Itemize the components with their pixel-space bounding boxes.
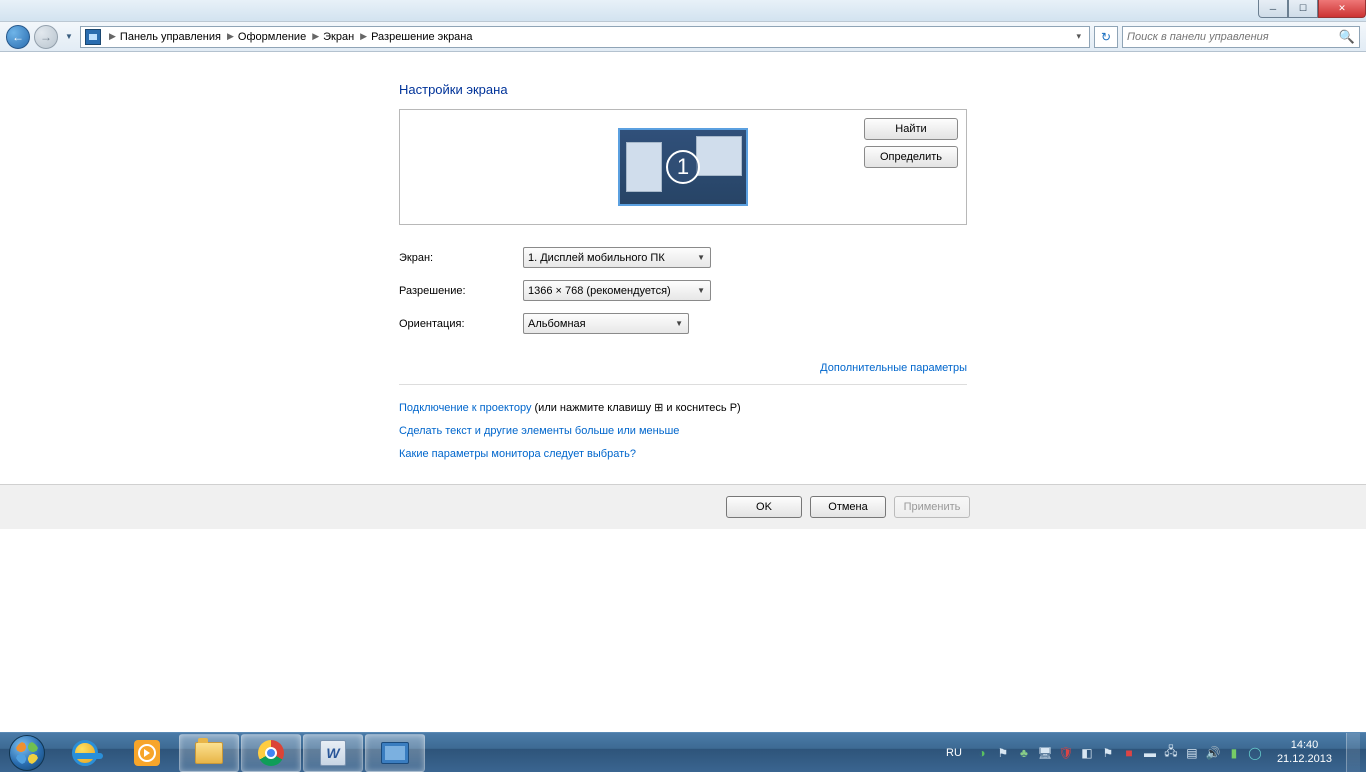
preview-window-icon xyxy=(696,136,742,176)
taskbar: W RU ◑ ⚑ ♣ 🖥 🛡 ◧ ⚑ ■ ▬ 🖧 ▤ 🔊 ▮ ◯ 14:40 2… xyxy=(0,732,1366,772)
control-panel-icon xyxy=(85,29,101,45)
ok-button[interactable]: OK xyxy=(726,496,802,518)
forward-button[interactable]: → xyxy=(34,25,58,49)
which-settings-link[interactable]: Какие параметры монитора следует выбрать… xyxy=(399,448,636,460)
system-tray: RU ◑ ⚑ ♣ 🖥 🛡 ◧ ⚑ ■ ▬ 🖧 ▤ 🔊 ▮ ◯ 14:40 21.… xyxy=(942,733,1366,772)
monitor-preview-box: 1 Найти Определить xyxy=(399,109,967,225)
volume-icon[interactable]: 🔊 xyxy=(1205,745,1221,761)
chevron-right-icon[interactable]: ▶ xyxy=(223,31,238,42)
projector-hint: (или нажмите клавишу ⊞ и коснитесь P) xyxy=(531,402,740,414)
language-indicator[interactable]: RU xyxy=(942,747,966,759)
screen-select[interactable]: 1. Дисплей мобильного ПК xyxy=(523,247,711,268)
monitor-number-badge: 1 xyxy=(666,150,700,184)
preview-window-icon xyxy=(626,142,662,192)
close-button[interactable]: ✕ xyxy=(1318,0,1366,18)
taskbar-item-mediaplayer[interactable] xyxy=(117,734,177,772)
ie-icon xyxy=(72,740,98,766)
chrome-icon xyxy=(258,740,284,766)
chevron-right-icon[interactable]: ▶ xyxy=(105,31,120,42)
show-desktop-button[interactable] xyxy=(1346,733,1360,773)
tray-icon[interactable]: ♣ xyxy=(1016,745,1032,761)
cancel-button[interactable]: Отмена xyxy=(810,496,886,518)
breadcrumb-item[interactable]: Оформление xyxy=(238,31,306,43)
explorer-icon xyxy=(195,742,223,764)
clock[interactable]: 14:40 21.12.2013 xyxy=(1271,739,1338,767)
breadcrumb-item[interactable]: Разрешение экрана xyxy=(371,31,472,43)
search-icon[interactable]: 🔍 xyxy=(1339,29,1355,45)
word-icon: W xyxy=(320,740,346,766)
advanced-settings-link[interactable]: Дополнительные параметры xyxy=(820,362,967,374)
apply-button: Применить xyxy=(894,496,970,518)
chevron-right-icon[interactable]: ▶ xyxy=(356,31,371,42)
taskbar-item-word[interactable]: W xyxy=(303,734,363,772)
resolution-label: Разрешение: xyxy=(399,285,523,297)
orientation-label: Ориентация: xyxy=(399,318,523,330)
taskbar-item-chrome[interactable] xyxy=(241,734,301,772)
search-box[interactable]: 🔍 xyxy=(1122,26,1360,48)
clock-date: 21.12.2013 xyxy=(1277,753,1332,767)
back-button[interactable]: ← xyxy=(6,25,30,49)
orientation-select[interactable]: Альбомная xyxy=(523,313,689,334)
page-title: Настройки экрана xyxy=(399,82,967,97)
address-dropdown[interactable]: ▾ xyxy=(1072,31,1085,42)
windows-key-icon: ⊞ xyxy=(654,397,663,420)
tray-icon[interactable]: ■ xyxy=(1121,745,1137,761)
screen-label: Экран: xyxy=(399,252,523,264)
history-dropdown[interactable]: ▼ xyxy=(62,27,76,47)
network-icon[interactable]: 🖧 xyxy=(1163,745,1179,761)
footer-bar: OK Отмена Применить xyxy=(0,485,1366,529)
navigation-bar: ← → ▼ ▶ Панель управления▶ Оформление▶ Э… xyxy=(0,22,1366,52)
chevron-right-icon[interactable]: ▶ xyxy=(308,31,323,42)
clock-time: 14:40 xyxy=(1277,739,1332,753)
window-titlebar: ─ ☐ ✕ xyxy=(0,0,1366,22)
tray-icon[interactable]: ▤ xyxy=(1184,745,1200,761)
flag-icon[interactable]: ⚑ xyxy=(1100,745,1116,761)
taskbar-item-ie[interactable] xyxy=(55,734,115,772)
tray-icon[interactable]: ⚑ xyxy=(995,745,1011,761)
start-button[interactable] xyxy=(0,733,54,773)
tray-icon[interactable]: ▬ xyxy=(1142,745,1158,761)
maximize-button[interactable]: ☐ xyxy=(1288,0,1318,18)
battery-icon[interactable]: ▮ xyxy=(1226,745,1242,761)
text-size-link[interactable]: Сделать текст и другие элементы больше и… xyxy=(399,425,679,437)
tray-icon[interactable]: 🖥 xyxy=(1037,745,1053,761)
refresh-button[interactable]: ↻ xyxy=(1094,26,1118,48)
display-settings-icon xyxy=(381,742,409,764)
windows-logo-icon xyxy=(9,735,45,771)
minimize-button[interactable]: ─ xyxy=(1258,0,1288,18)
tray-icon[interactable]: ◯ xyxy=(1247,745,1263,761)
tray-icon[interactable]: ◧ xyxy=(1079,745,1095,761)
content-area: Настройки экрана 1 Найти Определить Экра… xyxy=(0,52,1366,466)
breadcrumb-item[interactable]: Панель управления xyxy=(120,31,221,43)
taskbar-item-display[interactable] xyxy=(365,734,425,772)
resolution-select[interactable]: 1366 × 768 (рекомендуется) xyxy=(523,280,711,301)
projector-link[interactable]: Подключение к проектору xyxy=(399,402,531,414)
tray-icon[interactable]: 🛡 xyxy=(1058,745,1074,761)
address-bar[interactable]: ▶ Панель управления▶ Оформление▶ Экран▶ … xyxy=(80,26,1090,48)
taskbar-item-explorer[interactable] xyxy=(179,734,239,772)
monitor-preview[interactable]: 1 xyxy=(618,128,748,206)
identify-button[interactable]: Определить xyxy=(864,146,958,168)
find-button[interactable]: Найти xyxy=(864,118,958,140)
search-input[interactable] xyxy=(1127,31,1339,43)
tray-icon[interactable]: ◑ xyxy=(974,745,990,761)
media-player-icon xyxy=(134,740,160,766)
breadcrumb-item[interactable]: Экран xyxy=(323,31,354,43)
